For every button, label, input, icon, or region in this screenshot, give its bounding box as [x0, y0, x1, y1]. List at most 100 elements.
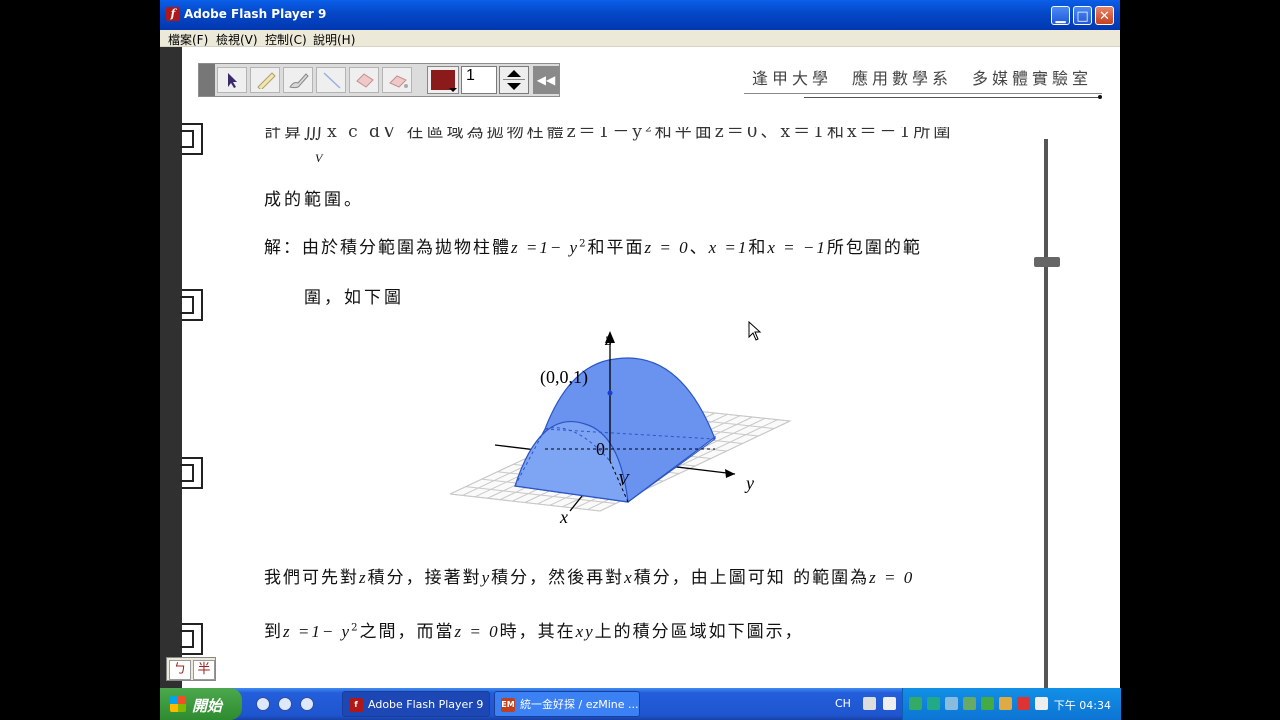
eraser-tool[interactable]	[349, 67, 379, 93]
pen-size-input[interactable]: 1	[461, 66, 497, 94]
label-origin: 0	[596, 439, 605, 459]
toolbar-handle[interactable]	[199, 64, 215, 96]
pen-size-stepper[interactable]	[499, 66, 529, 94]
pen-color-picker[interactable]	[427, 66, 459, 94]
math-eq: x = −1	[767, 238, 827, 257]
help-tray-icon[interactable]	[883, 697, 896, 710]
clear-eraser-icon	[389, 75, 408, 88]
label-z: z	[604, 329, 612, 349]
mouse-cursor-icon	[748, 321, 762, 341]
flash-stage: 1 ◀◀ 逢甲大學 應用數學系 多媒體實驗室 計算∭x c dV 在區域為拋物柱…	[160, 47, 1120, 688]
pointer-icon	[228, 73, 237, 88]
task-ezmine[interactable]: EM 統一金好探 / ezMine ...	[494, 691, 640, 717]
start-label: 開始	[192, 697, 223, 715]
binder-ring	[180, 457, 203, 489]
menu-view[interactable]: 檢視(V)	[216, 31, 258, 48]
status-tray-icon[interactable]	[927, 697, 940, 710]
clipped-problem-line: 計算∭x c dV 在區域為拋物柱體z＝1－y²和平面z＝0、x＝1和x＝－1所…	[264, 127, 1004, 149]
media-icon[interactable]	[300, 697, 314, 711]
clock[interactable]: 下午 04:34	[1054, 697, 1111, 713]
pointer-tool[interactable]	[217, 67, 247, 93]
paragraph-line-2: 到z =1− y2之間，而當z = 0時，其在xy上的積分區域如下圖示，	[264, 617, 804, 642]
parabolic-cylinder-figure: z y x (0,0,1) 0 V	[450, 329, 792, 527]
math-eq: x =1	[708, 238, 749, 257]
paragraph-text: 積分，由上圖可知 的範圍為	[633, 568, 870, 588]
down-arrow-icon[interactable]	[507, 83, 521, 90]
solution-text: 所包圍的範	[826, 238, 922, 258]
ie-icon[interactable]	[256, 697, 270, 711]
label-point: (0,0,1)	[540, 367, 588, 388]
paragraph-text: 到	[264, 622, 283, 642]
network-tray-icon[interactable]	[945, 697, 958, 710]
binder-ring	[180, 289, 203, 321]
menu-file[interactable]: 檔案(F)	[168, 31, 208, 48]
close-button[interactable]: ✕	[1095, 6, 1114, 25]
pencil-tool[interactable]	[250, 67, 280, 93]
header-rule	[804, 97, 1100, 98]
ime-halfwidth[interactable]: 半	[193, 660, 215, 680]
task-flash-player[interactable]: f Adobe Flash Player 9	[342, 691, 490, 717]
language-indicator[interactable]: CH	[835, 697, 851, 710]
page-scroll-thumb[interactable]	[1034, 257, 1060, 267]
paragraph-text: 積分，然後再對	[491, 568, 625, 588]
flash-player-window: f Adobe Flash Player 9 ▁ □ ✕ 檔案(F) 檢視(V)…	[160, 0, 1120, 720]
window-title: Adobe Flash Player 9	[184, 7, 327, 21]
ime-tray-icon[interactable]	[863, 697, 876, 710]
start-button[interactable]: 開始	[160, 688, 242, 720]
pencil-icon	[257, 72, 276, 89]
solution-line: 解：由於積分範圍為拋物柱體z =1− y2和平面z = 0、x =1和x = −…	[264, 233, 922, 258]
math-eq: z =1− y	[283, 622, 352, 641]
paragraph-text: 我們可先對	[264, 568, 359, 588]
windows-logo-icon	[170, 696, 186, 712]
eraser-icon	[356, 73, 374, 88]
ime-bopomofo[interactable]: ㄅ	[169, 660, 191, 680]
up-arrow-icon[interactable]	[507, 70, 521, 77]
math-var: x	[624, 568, 634, 587]
label-x: x	[559, 507, 568, 527]
tray-icon[interactable]	[999, 697, 1012, 710]
paragraph-text: 上的積分區域如下圖示，	[594, 622, 804, 642]
menu-bar: 檔案(F) 檢視(V) 控制(C) 說明(H)	[160, 30, 1120, 47]
math-eq: z = 0	[869, 568, 915, 587]
lab-header: 逢甲大學 應用數學系 多媒體實驗室	[752, 69, 1093, 88]
integral-subscript: V	[315, 151, 323, 165]
flag-tray-icon[interactable]	[1035, 697, 1048, 710]
system-tray: CH 下午 04:34	[835, 688, 1121, 720]
tray-icon[interactable]	[963, 697, 976, 710]
em-tray-icon[interactable]	[909, 697, 922, 710]
skype-icon[interactable]	[278, 697, 292, 711]
label-y: y	[744, 473, 754, 493]
menu-help[interactable]: 說明(H)	[313, 31, 355, 48]
ime-indicator[interactable]: ㄅ半	[166, 657, 216, 681]
brush-icon	[289, 73, 309, 89]
stepper-divider	[503, 79, 525, 80]
menu-control[interactable]: 控制(C)	[265, 31, 307, 48]
solution-text: 、	[689, 238, 709, 258]
shield-tray-icon[interactable]	[981, 697, 994, 710]
rewind-button[interactable]: ◀◀	[533, 66, 559, 94]
maximize-button[interactable]: □	[1073, 6, 1092, 25]
brush-tool[interactable]	[283, 67, 313, 93]
minimize-button[interactable]: ▁	[1051, 6, 1070, 25]
math-var: z	[359, 568, 368, 587]
drawing-toolbar: 1 ◀◀	[198, 63, 560, 97]
flash-icon: f	[349, 698, 363, 712]
ezmine-icon: EM	[501, 698, 515, 712]
paragraph-line-1: 我們可先對z積分，接著對y積分，然後再對x積分，由上圖可知 的範圍為z = 0	[264, 563, 914, 588]
solution-text: 和	[748, 238, 768, 258]
page-scroll-track[interactable]	[1044, 139, 1048, 688]
task-label: 統一金好探 / ezMine ...	[520, 698, 639, 711]
y-axis-arrow	[725, 469, 735, 478]
title-bar[interactable]: f Adobe Flash Player 9 ▁ □ ✕	[160, 0, 1120, 30]
math-eq: z = 0	[454, 622, 500, 641]
solution-text: 和平面	[587, 238, 645, 258]
binder-ring	[180, 623, 203, 655]
math-eq: z =1− y	[511, 238, 580, 257]
line-tool[interactable]	[316, 67, 346, 93]
point-0-0-1	[607, 390, 613, 396]
clear-eraser-tool[interactable]	[382, 67, 412, 93]
math-var: xy	[575, 622, 595, 641]
tray-icon[interactable]	[1017, 697, 1030, 710]
taskbar: 開始 f Adobe Flash Player 9 EM 統一金好探 / ezMin…	[160, 688, 1121, 720]
maximize-icon: □	[1076, 9, 1089, 24]
